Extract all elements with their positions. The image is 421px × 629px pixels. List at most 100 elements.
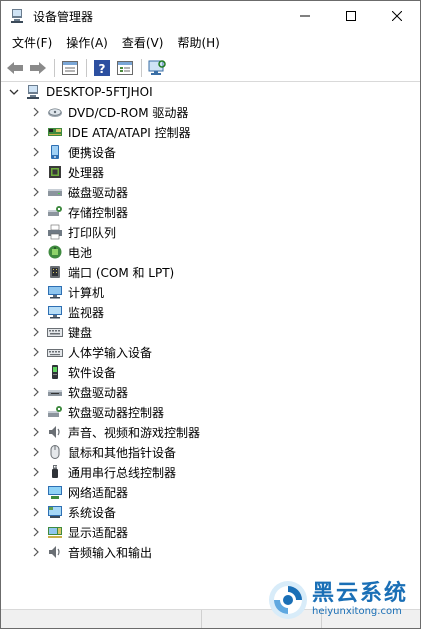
watermark-brand: 黑云系统 [311,581,408,606]
expand-chevron-icon[interactable] [29,505,43,519]
minimize-button[interactable] [282,1,328,31]
expand-chevron-icon[interactable] [29,285,43,299]
battery-icon [47,244,63,260]
tree-node-label: 监视器 [68,305,105,320]
tree-root-node[interactable]: DESKTOP-5FTJHOI [1,82,420,102]
computer-root-icon [25,84,41,100]
watermark-logo-icon [268,581,307,619]
properties-view-icon [62,61,78,75]
watermark-url: heiyunxitong.com [311,606,402,617]
tree-node-audio-io[interactable]: 音频输入和输出 [1,542,420,562]
tree-node-disk-drive[interactable]: 磁盘驱动器 [1,182,420,202]
tree-node-keyboard[interactable]: 键盘 [1,322,420,342]
list-view-button[interactable] [115,58,135,78]
close-icon [392,11,402,21]
display-adapter-icon [47,524,63,540]
tree-node-storage-controller[interactable]: 存储控制器 [1,202,420,222]
list-view-icon [117,61,133,75]
expand-chevron-icon[interactable] [29,445,43,459]
back-button[interactable] [5,58,25,78]
menu-file[interactable]: 文件(F) [5,31,59,55]
expand-chevron-icon[interactable] [29,205,43,219]
tree-node-label: 人体学输入设备 [68,345,153,360]
expand-chevron-icon[interactable] [29,185,43,199]
minimize-icon [300,15,310,17]
expand-chevron-icon[interactable] [29,365,43,379]
tree-node-mouse[interactable]: 鼠标和其他指针设备 [1,442,420,462]
expand-chevron-icon[interactable] [29,425,43,439]
tree-node-label: 端口 (COM 和 LPT) [68,265,175,280]
menu-view[interactable]: 查看(V) [115,31,171,55]
system-device-icon [47,504,63,520]
tree-node-usb[interactable]: 通用串行总线控制器 [1,462,420,482]
expand-chevron-icon[interactable] [29,125,43,139]
tree-node-floppy-drive[interactable]: 软盘驱动器 [1,382,420,402]
tree-node-label: 系统设备 [68,505,117,520]
expand-chevron-icon[interactable] [29,465,43,479]
device-manager-app-icon [9,8,25,24]
expand-chevron-icon[interactable] [29,345,43,359]
tree-node-label: 计算机 [68,285,105,300]
expand-chevron-icon[interactable] [29,105,43,119]
scan-hardware-button[interactable] [147,58,167,78]
toolbar-separator [86,59,87,77]
hid-icon [47,344,63,360]
toolbar: ? [1,55,420,82]
tree-node-processor[interactable]: 处理器 [1,162,420,182]
tree-node-label: 显示适配器 [68,525,129,540]
menu-bar: 文件(F) 操作(A) 查看(V) 帮助(H) [1,31,420,55]
tree-node-port[interactable]: 端口 (COM 和 LPT) [1,262,420,282]
scan-hardware-icon [148,60,166,75]
floppy-controller-icon [47,404,63,420]
tree-node-monitor[interactable]: 监视器 [1,302,420,322]
title-bar[interactable]: 设备管理器 [1,1,420,31]
expand-chevron-icon[interactable] [29,245,43,259]
maximize-button[interactable] [328,1,374,31]
monitor-icon [47,304,63,320]
forward-button[interactable] [28,58,48,78]
tree-node-floppy-controller[interactable]: 软盘驱动器控制器 [1,402,420,422]
tree-node-label: 处理器 [68,165,105,180]
tree-node-label: 存储控制器 [68,205,129,220]
expand-chevron-icon[interactable] [29,545,43,559]
tree-node-ide-controller[interactable]: IDE ATA/ATAPI 控制器 [1,122,420,142]
tree-node-system-device[interactable]: 系统设备 [1,502,420,522]
expand-chevron-icon[interactable] [29,265,43,279]
tree-node-label: 网络适配器 [68,485,129,500]
menu-action[interactable]: 操作(A) [59,31,115,55]
storage-controller-icon [47,204,63,220]
expand-chevron-icon[interactable] [29,145,43,159]
ide-controller-icon [47,124,63,140]
expand-chevron-icon[interactable] [29,485,43,499]
tree-node-battery[interactable]: 电池 [1,242,420,262]
tree-node-label: 电池 [68,245,93,260]
expand-chevron-icon[interactable] [29,385,43,399]
tree-node-portable-device[interactable]: 便携设备 [1,142,420,162]
properties-view-button[interactable] [60,58,80,78]
expand-chevron-icon[interactable] [29,325,43,339]
tree-node-network-adapter[interactable]: 网络适配器 [1,482,420,502]
expand-chevron-icon[interactable] [29,305,43,319]
tree-node-printer[interactable]: 打印队列 [1,222,420,242]
audio-io-icon [47,544,63,560]
help-icon: ? [94,60,110,76]
tree-node-computer[interactable]: 计算机 [1,282,420,302]
toolbar-separator [141,59,142,77]
menu-help[interactable]: 帮助(H) [170,31,226,55]
network-adapter-icon [47,484,63,500]
tree-node-display-adapter[interactable]: 显示适配器 [1,522,420,542]
expand-chevron-icon[interactable] [29,225,43,239]
close-button[interactable] [374,1,420,31]
tree-node-hid[interactable]: 人体学输入设备 [1,342,420,362]
tree-node-software-device[interactable]: 软件设备 [1,362,420,382]
collapse-chevron-icon[interactable] [7,85,21,99]
tree-node-dvd-drive[interactable]: DVD/CD-ROM 驱动器 [1,102,420,122]
expand-chevron-icon[interactable] [29,405,43,419]
expand-chevron-icon[interactable] [29,525,43,539]
device-tree[interactable]: DESKTOP-5FTJHOI DVD/CD-ROM 驱动器 IDE ATA/AT… [1,82,420,610]
help-button[interactable]: ? [92,58,112,78]
window-title: 设备管理器 [33,9,94,24]
expand-chevron-icon[interactable] [29,165,43,179]
software-device-icon [47,364,63,380]
tree-node-sound[interactable]: 声音、视频和游戏控制器 [1,422,420,442]
